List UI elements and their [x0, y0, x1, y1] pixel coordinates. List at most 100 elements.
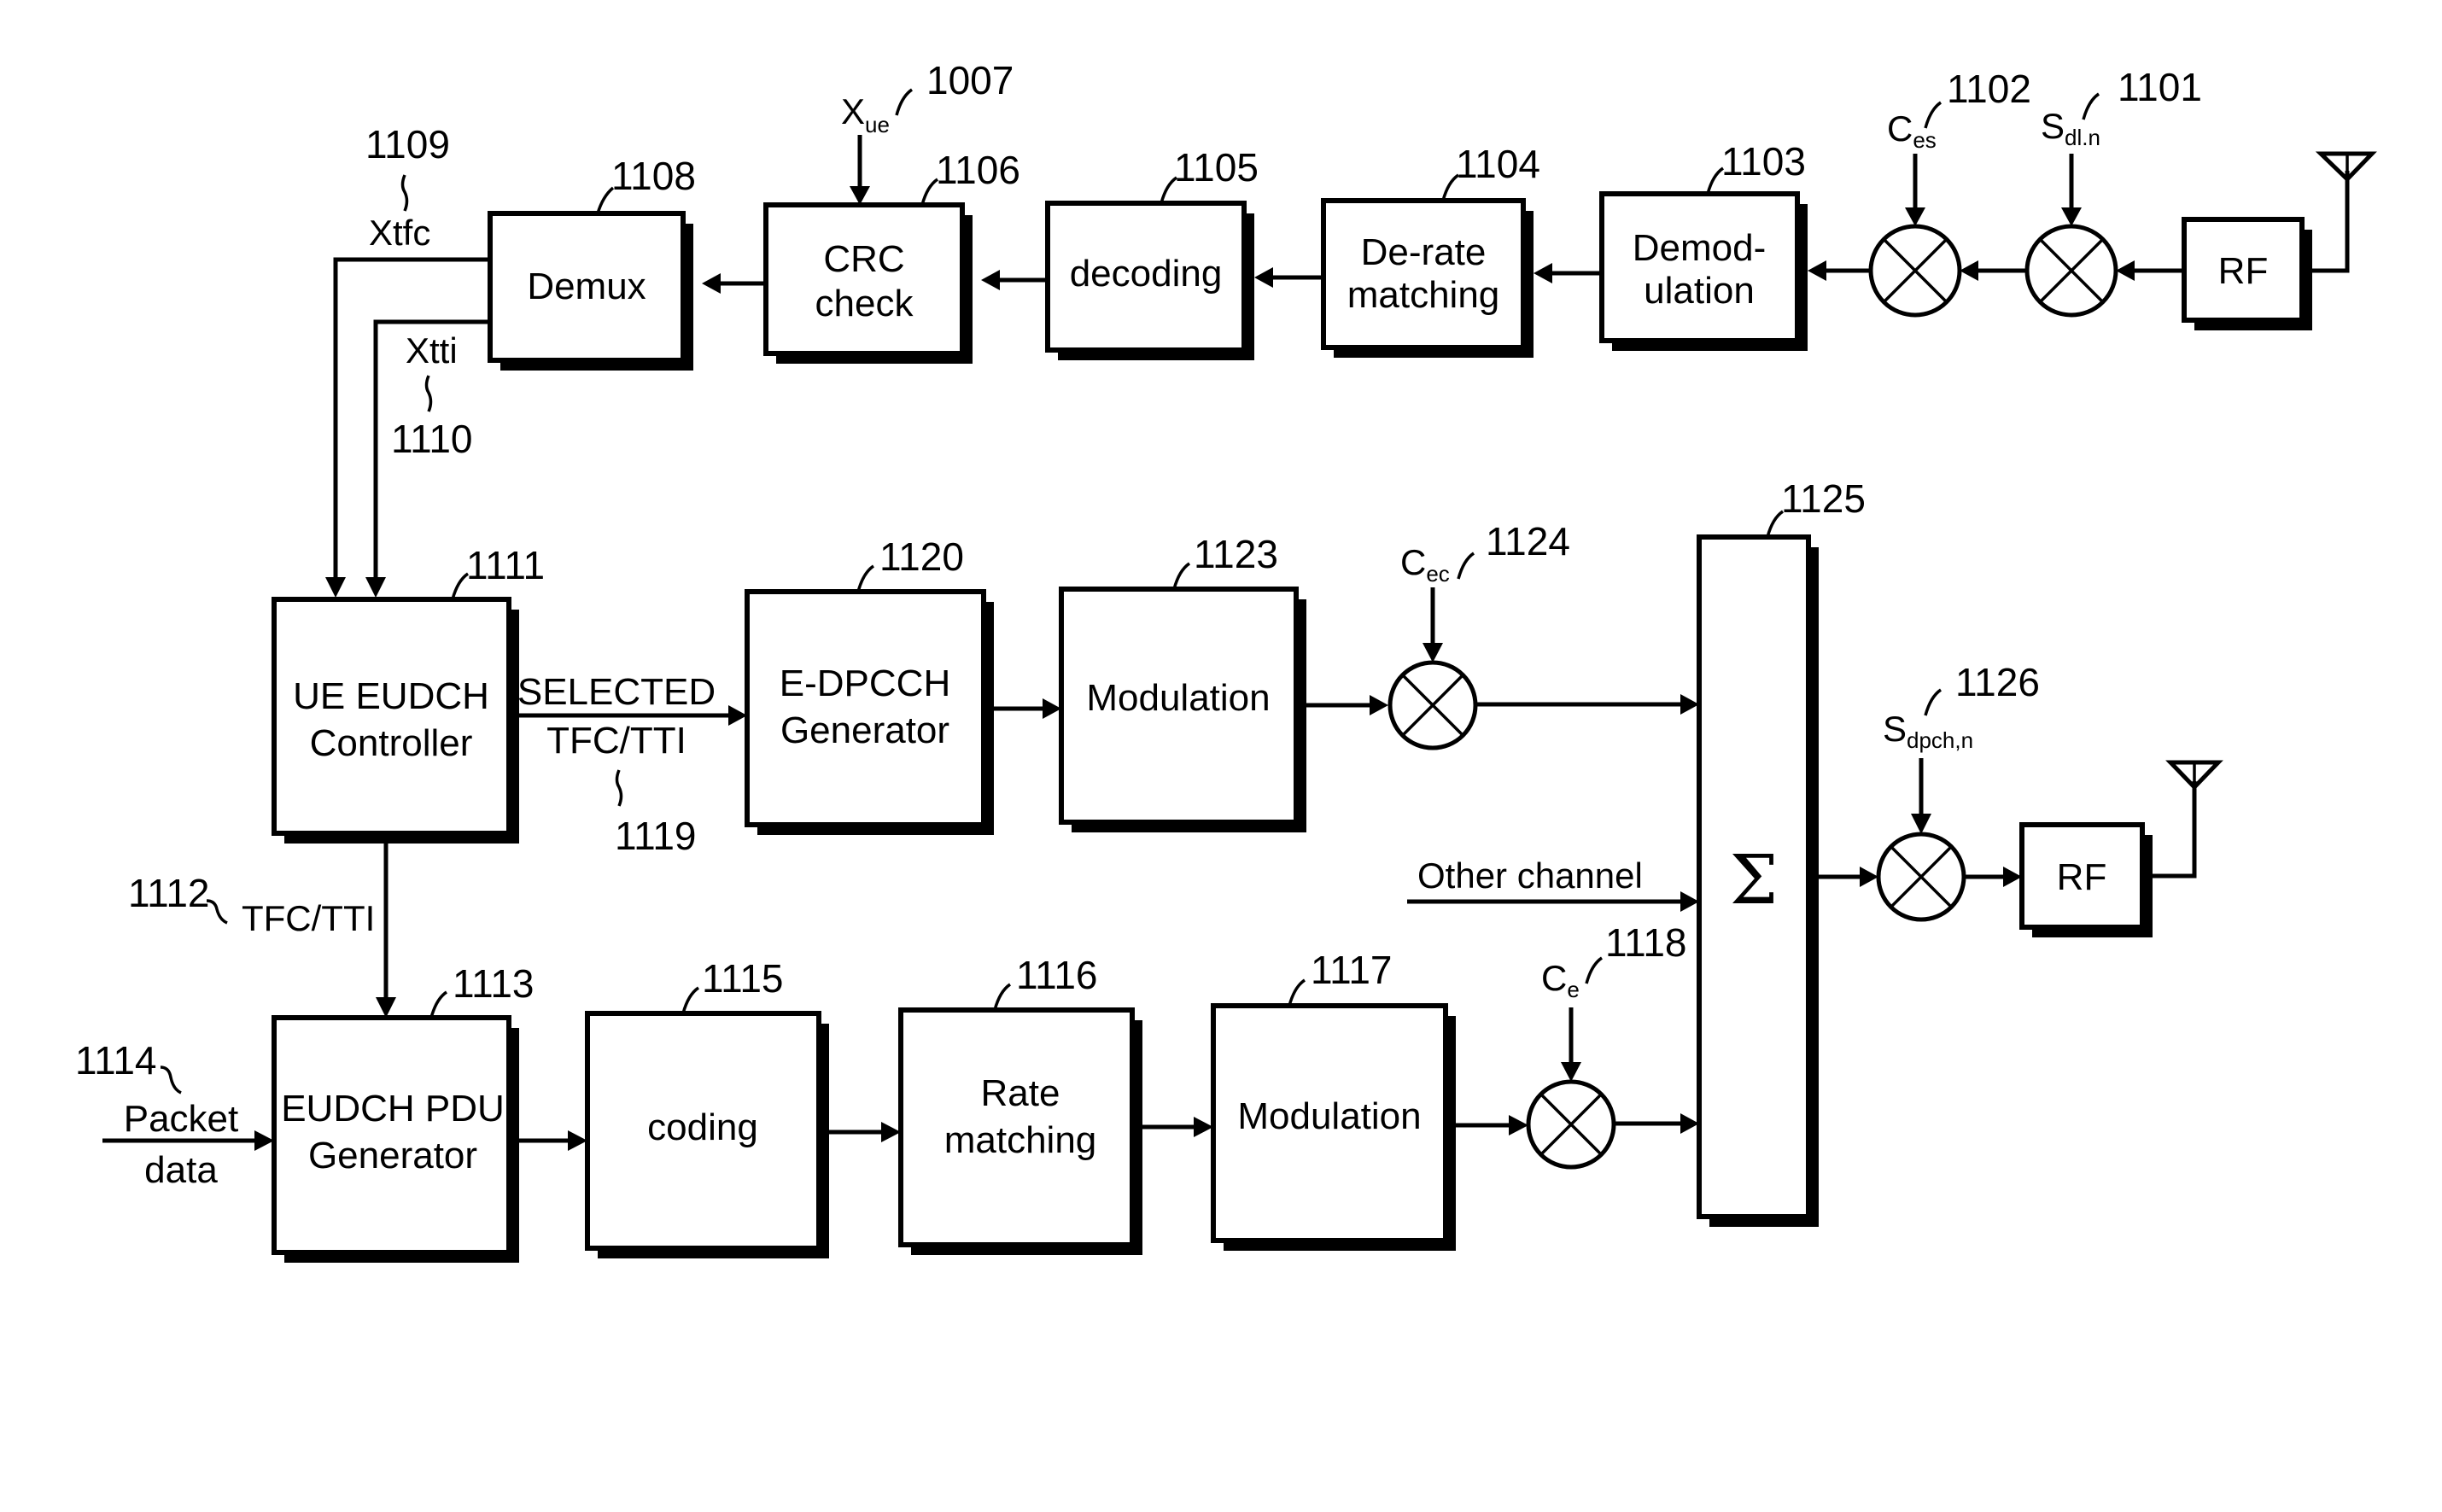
modulation-ec-label: Modulation	[1086, 677, 1270, 719]
demod-ref-number: 1103	[1721, 139, 1806, 184]
mixer-sdln	[2024, 224, 2118, 318]
selected-label-line2: TFC/TTI	[546, 720, 686, 762]
xtfc-arrowhead	[325, 577, 346, 598]
packet-data-label-line2: data	[144, 1149, 218, 1191]
selected-label-line1: SELECTED	[517, 671, 716, 713]
de-rate-matching-block: De-rate matching	[1321, 198, 1534, 358]
ue-eudch-controller-block: UE EUDCH Controller	[272, 597, 519, 844]
crc-label-line1: CRC	[823, 238, 904, 280]
crc-check-block: CRC check	[763, 202, 973, 364]
ce-ref-leader	[1585, 956, 1604, 984]
rf-tx-block: RF	[2019, 822, 2153, 937]
mixer-ce	[1526, 1079, 1616, 1170]
pdu-generator-label-line2: Generator	[308, 1135, 477, 1176]
edpcch-to-mod-arrowhead	[1043, 698, 1061, 719]
modulation-e-label: Modulation	[1237, 1095, 1421, 1137]
e-dpcch-generator-block: E-DPCCH Generator	[745, 589, 994, 835]
modulation-e-block: Modulation	[1211, 1003, 1456, 1251]
ratematch-to-mod-arrowhead	[1194, 1117, 1213, 1137]
mixer1101-to-mixer1102-arrowhead	[1960, 260, 1978, 281]
coding-to-ratematch-arrowhead	[881, 1122, 901, 1142]
xtfc-label: Xtfc	[369, 213, 430, 253]
tfc-tti-ref-leader	[206, 899, 228, 925]
crc-label-line2: check	[815, 283, 914, 324]
coding-label: coding	[647, 1106, 758, 1148]
rx-antenna-icon	[2312, 151, 2377, 273]
pdu-generator-ref-number: 1113	[453, 961, 535, 1006]
xue-ref-number: 1007	[926, 58, 1014, 102]
other-channel-label: Other channel	[1417, 855, 1643, 896]
pdu-generator-label-line1: EUDCH PDU	[281, 1088, 505, 1130]
controller-label-line1: UE EUDCH	[293, 675, 489, 717]
rate-matching-ref-number: 1116	[1016, 953, 1098, 997]
sum-to-mixer1126-arrowhead	[1860, 867, 1878, 887]
mixer-ces	[1868, 224, 1962, 318]
tfc-tti-arrowhead	[376, 997, 396, 1018]
edpcch-ref-leader	[856, 564, 875, 593]
sdln-arrowhead	[2061, 207, 2082, 226]
xue-arrowhead	[850, 186, 870, 205]
cec-ref-leader	[1457, 552, 1475, 580]
decoding-ref-number: 1105	[1174, 145, 1259, 190]
xtfc-ref-leader	[400, 174, 409, 212]
sdpch-label: Sdpch,n	[1883, 709, 1973, 753]
ces-ref-leader	[1924, 101, 1942, 129]
summer-ref-number: 1125	[1781, 476, 1866, 521]
mod-to-mixer1118-arrowhead	[1509, 1115, 1528, 1135]
rf-rx-label: RF	[2218, 250, 2269, 292]
rf-rx-block: RF	[2182, 217, 2312, 330]
tfc-tti-ref-number: 1112	[128, 871, 210, 915]
rate-matching-label-line2: matching	[944, 1119, 1097, 1161]
controller-label-line2: Controller	[310, 722, 473, 764]
xtti-ref-leader	[424, 375, 433, 412]
de-rate-label-line1: De-rate	[1361, 231, 1487, 273]
ces-ref-number: 1102	[1947, 67, 2031, 111]
other-channel-arrowhead	[1680, 891, 1699, 912]
cec-ref-number: 1124	[1486, 519, 1570, 563]
packet-data-ref-number: 1114	[75, 1038, 157, 1083]
demodulation-block: Demod- ulation	[1599, 191, 1808, 351]
xtfc-ref-number: 1109	[365, 122, 450, 166]
pdu-to-coding-arrowhead	[568, 1130, 587, 1151]
selected-tfc-tti-arrowhead	[728, 705, 747, 726]
sdpch-ref-number: 1126	[1955, 660, 2040, 704]
sdpch-arrowhead	[1911, 814, 1931, 834]
edpcch-label-line1: E-DPCCH	[780, 663, 950, 704]
modulation-ec-ref-leader	[1172, 562, 1191, 590]
coding-ref-leader	[681, 986, 700, 1014]
mixer-cec	[1388, 660, 1478, 750]
demod-label-line1: Demod-	[1633, 227, 1767, 269]
ce-label: Ce	[1541, 958, 1580, 1002]
controller-ref-number: 1111	[466, 543, 545, 587]
cec-arrowhead	[1423, 643, 1443, 663]
crc-to-demux-arrowhead	[702, 273, 721, 294]
xue-ref-leader	[895, 88, 914, 116]
xtti-label: Xtti	[406, 330, 458, 371]
sdln-ref-number: 1101	[2118, 65, 2202, 109]
coding-block: coding	[585, 1011, 829, 1258]
decoding-label: decoding	[1070, 253, 1223, 295]
ce-arrowhead	[1561, 1062, 1581, 1082]
mixer1102-to-demod-arrowhead	[1808, 260, 1826, 281]
cec-label: Cec	[1400, 542, 1450, 587]
rate-matching-block: Rate matching	[898, 1007, 1142, 1255]
rf-tx-label: RF	[2057, 856, 2107, 898]
demod-to-derate-arrowhead	[1534, 263, 1552, 283]
mod-to-mixer1124-arrowhead	[1370, 695, 1388, 715]
pdu-generator-ref-leader	[429, 990, 448, 1019]
xtti-ref-number: 1110	[391, 417, 473, 461]
modulation-e-ref-number: 1117	[1311, 948, 1393, 992]
sigma-icon: Σ	[1730, 840, 1779, 919]
de-rate-label-line2: matching	[1347, 274, 1500, 316]
modulation-ec-ref-number: 1123	[1194, 532, 1278, 576]
tx-antenna-icon	[2153, 760, 2223, 879]
demux-label: Demux	[527, 266, 646, 307]
decoding-block: decoding	[1045, 201, 1254, 360]
mixer1126-to-rf-arrowhead	[2003, 867, 2022, 887]
de-rate-ref-number: 1104	[1456, 142, 1540, 186]
mixer-sdpch	[1876, 832, 1966, 922]
demux-ref-number: 1108	[611, 154, 696, 198]
packet-data-arrowhead	[254, 1130, 274, 1151]
rate-matching-label-line1: Rate	[981, 1072, 1060, 1114]
sdln-ref-leader	[2082, 92, 2100, 120]
